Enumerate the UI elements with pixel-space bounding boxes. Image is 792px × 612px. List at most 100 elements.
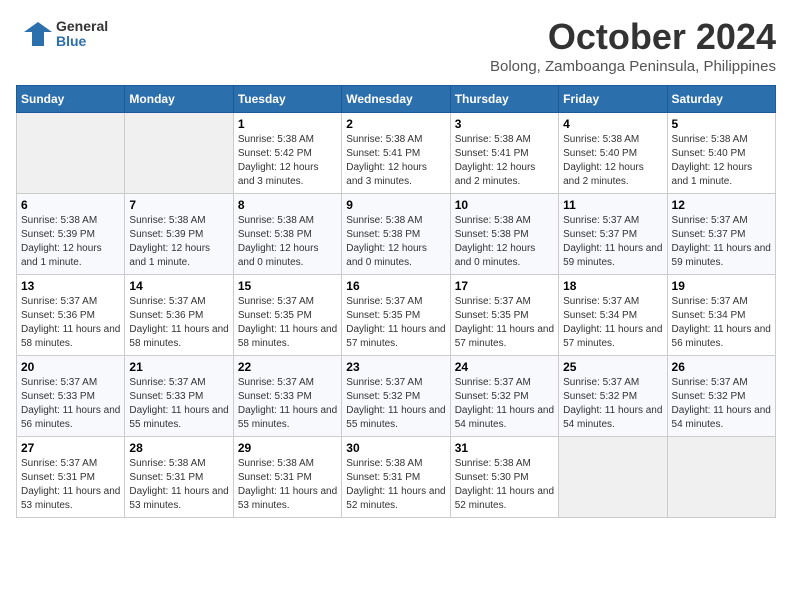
logo-icon — [16, 16, 52, 52]
day-info: Sunrise: 5:38 AM Sunset: 5:38 PM Dayligh… — [455, 214, 554, 270]
calendar-header-wednesday: Wednesday — [342, 86, 450, 113]
day-number: 4 — [563, 117, 662, 131]
day-info: Sunrise: 5:38 AM Sunset: 5:42 PM Dayligh… — [238, 133, 337, 189]
calendar-cell: 5 Sunrise: 5:38 AM Sunset: 5:40 PM Daylig… — [667, 113, 775, 194]
calendar-week-2: 6 Sunrise: 5:38 AM Sunset: 5:39 PM Daylig… — [17, 194, 776, 275]
day-number: 23 — [346, 360, 445, 374]
calendar-cell: 26 Sunrise: 5:37 AM Sunset: 5:32 PM Dayli… — [667, 356, 775, 437]
day-number: 15 — [238, 279, 337, 293]
day-info: Sunrise: 5:38 AM Sunset: 5:39 PM Dayligh… — [21, 214, 120, 270]
calendar-cell: 10Sunrise: 5:38 AM Sunset: 5:38 PM Dayli… — [450, 194, 558, 275]
calendar-cell: 4Sunrise: 5:38 AM Sunset: 5:40 PM Daylig… — [559, 113, 667, 194]
calendar-week-1: 1 Sunrise: 5:38 AM Sunset: 5:42 PM Daylig… — [17, 113, 776, 194]
calendar-cell: 25 Sunrise: 5:37 AM Sunset: 5:32 PM Dayli… — [559, 356, 667, 437]
day-info: Sunrise: 5:38 AM Sunset: 5:38 PM Dayligh… — [238, 214, 337, 270]
day-info: Sunrise: 5:37 AM Sunset: 5:32 PM Dayligh… — [346, 376, 445, 432]
day-number: 9 — [346, 198, 445, 212]
day-number: 13 — [21, 279, 120, 293]
calendar-cell: 12 Sunrise: 5:37 AM Sunset: 5:37 PM Dayli… — [667, 194, 775, 275]
calendar-cell: 29 Sunrise: 5:38 AM Sunset: 5:31 PM Dayli… — [233, 437, 341, 518]
day-info: Sunrise: 5:37 AM Sunset: 5:33 PM Dayligh… — [21, 376, 120, 432]
day-info: Sunrise: 5:37 AM Sunset: 5:31 PM Dayligh… — [21, 457, 120, 513]
day-info: Sunrise: 5:38 AM Sunset: 5:31 PM Dayligh… — [346, 457, 445, 513]
day-number: 30 — [346, 441, 445, 455]
calendar-cell: 23 Sunrise: 5:37 AM Sunset: 5:32 PM Dayli… — [342, 356, 450, 437]
location-text: Bolong, Zamboanga Peninsula, Philippines — [490, 58, 776, 75]
calendar-cell — [125, 113, 233, 194]
calendar-cell: 22 Sunrise: 5:37 AM Sunset: 5:33 PM Dayli… — [233, 356, 341, 437]
calendar-week-3: 13 Sunrise: 5:37 AM Sunset: 5:36 PM Dayli… — [17, 275, 776, 356]
calendar-cell: 14Sunrise: 5:37 AM Sunset: 5:36 PM Dayli… — [125, 275, 233, 356]
day-number: 18 — [563, 279, 662, 293]
calendar-cell: 20 Sunrise: 5:37 AM Sunset: 5:33 PM Dayli… — [17, 356, 125, 437]
day-number: 22 — [238, 360, 337, 374]
calendar-cell: 19 Sunrise: 5:37 AM Sunset: 5:34 PM Dayli… — [667, 275, 775, 356]
calendar-table: SundayMondayTuesdayWednesdayThursdayFrid… — [16, 85, 776, 518]
day-number: 20 — [21, 360, 120, 374]
calendar-header-friday: Friday — [559, 86, 667, 113]
calendar-cell: 21Sunrise: 5:37 AM Sunset: 5:33 PM Dayli… — [125, 356, 233, 437]
calendar-cell: 8Sunrise: 5:38 AM Sunset: 5:38 PM Daylig… — [233, 194, 341, 275]
day-info: Sunrise: 5:37 AM Sunset: 5:33 PM Dayligh… — [129, 376, 228, 432]
calendar-cell: 16Sunrise: 5:37 AM Sunset: 5:35 PM Dayli… — [342, 275, 450, 356]
day-info: Sunrise: 5:37 AM Sunset: 5:33 PM Dayligh… — [238, 376, 337, 432]
day-number: 7 — [129, 198, 228, 212]
day-number: 3 — [455, 117, 554, 131]
calendar-cell — [667, 437, 775, 518]
calendar-cell: 3 Sunrise: 5:38 AM Sunset: 5:41 PM Daylig… — [450, 113, 558, 194]
calendar-header-monday: Monday — [125, 86, 233, 113]
day-number: 28 — [129, 441, 228, 455]
day-number: 2 — [346, 117, 445, 131]
day-info: Sunrise: 5:38 AM Sunset: 5:38 PM Dayligh… — [346, 214, 445, 270]
day-info: Sunrise: 5:37 AM Sunset: 5:35 PM Dayligh… — [238, 295, 337, 351]
calendar-cell: 17Sunrise: 5:37 AM Sunset: 5:35 PM Dayli… — [450, 275, 558, 356]
calendar-cell: 6 Sunrise: 5:38 AM Sunset: 5:39 PM Daylig… — [17, 194, 125, 275]
calendar-header-thursday: Thursday — [450, 86, 558, 113]
day-number: 12 — [672, 198, 771, 212]
day-info: Sunrise: 5:38 AM Sunset: 5:30 PM Dayligh… — [455, 457, 554, 513]
day-number: 31 — [455, 441, 554, 455]
day-number: 27 — [21, 441, 120, 455]
calendar-week-4: 20 Sunrise: 5:37 AM Sunset: 5:33 PM Dayli… — [17, 356, 776, 437]
logo-general-text: General — [56, 19, 108, 34]
calendar-cell: 27 Sunrise: 5:37 AM Sunset: 5:31 PM Dayli… — [17, 437, 125, 518]
day-info: Sunrise: 5:38 AM Sunset: 5:41 PM Dayligh… — [455, 133, 554, 189]
day-info: Sunrise: 5:37 AM Sunset: 5:35 PM Dayligh… — [346, 295, 445, 351]
calendar-cell: 9 Sunrise: 5:38 AM Sunset: 5:38 PM Daylig… — [342, 194, 450, 275]
day-info: Sunrise: 5:37 AM Sunset: 5:36 PM Dayligh… — [21, 295, 120, 351]
day-number: 29 — [238, 441, 337, 455]
day-number: 17 — [455, 279, 554, 293]
day-number: 5 — [672, 117, 771, 131]
day-info: Sunrise: 5:37 AM Sunset: 5:34 PM Dayligh… — [672, 295, 771, 351]
logo-blue-text: Blue — [56, 34, 108, 49]
day-number: 19 — [672, 279, 771, 293]
calendar-cell: 30 Sunrise: 5:38 AM Sunset: 5:31 PM Dayli… — [342, 437, 450, 518]
calendar-cell: 24Sunrise: 5:37 AM Sunset: 5:32 PM Dayli… — [450, 356, 558, 437]
calendar-cell: 15 Sunrise: 5:37 AM Sunset: 5:35 PM Dayli… — [233, 275, 341, 356]
day-number: 26 — [672, 360, 771, 374]
day-info: Sunrise: 5:37 AM Sunset: 5:32 PM Dayligh… — [672, 376, 771, 432]
day-number: 11 — [563, 198, 662, 212]
calendar-cell: 2 Sunrise: 5:38 AM Sunset: 5:41 PM Daylig… — [342, 113, 450, 194]
day-info: Sunrise: 5:38 AM Sunset: 5:31 PM Dayligh… — [129, 457, 228, 513]
calendar-header-saturday: Saturday — [667, 86, 775, 113]
day-number: 25 — [563, 360, 662, 374]
calendar-header-row: SundayMondayTuesdayWednesdayThursdayFrid… — [17, 86, 776, 113]
day-info: Sunrise: 5:37 AM Sunset: 5:34 PM Dayligh… — [563, 295, 662, 351]
logo-text: General Blue — [56, 19, 108, 50]
calendar-cell: 13 Sunrise: 5:37 AM Sunset: 5:36 PM Dayli… — [17, 275, 125, 356]
day-info: Sunrise: 5:38 AM Sunset: 5:40 PM Dayligh… — [672, 133, 771, 189]
day-info: Sunrise: 5:38 AM Sunset: 5:39 PM Dayligh… — [129, 214, 228, 270]
day-info: Sunrise: 5:37 AM Sunset: 5:37 PM Dayligh… — [672, 214, 771, 270]
calendar-cell: 11 Sunrise: 5:37 AM Sunset: 5:37 PM Dayli… — [559, 194, 667, 275]
day-number: 1 — [238, 117, 337, 131]
day-number: 6 — [21, 198, 120, 212]
day-info: Sunrise: 5:38 AM Sunset: 5:41 PM Dayligh… — [346, 133, 445, 189]
day-info: Sunrise: 5:38 AM Sunset: 5:31 PM Dayligh… — [238, 457, 337, 513]
day-info: Sunrise: 5:37 AM Sunset: 5:37 PM Dayligh… — [563, 214, 662, 270]
day-info: Sunrise: 5:37 AM Sunset: 5:32 PM Dayligh… — [455, 376, 554, 432]
day-info: Sunrise: 5:37 AM Sunset: 5:32 PM Dayligh… — [563, 376, 662, 432]
title-block: October 2024 Bolong, Zamboanga Peninsula… — [490, 16, 776, 75]
day-info: Sunrise: 5:37 AM Sunset: 5:36 PM Dayligh… — [129, 295, 228, 351]
logo: General Blue — [16, 16, 108, 52]
